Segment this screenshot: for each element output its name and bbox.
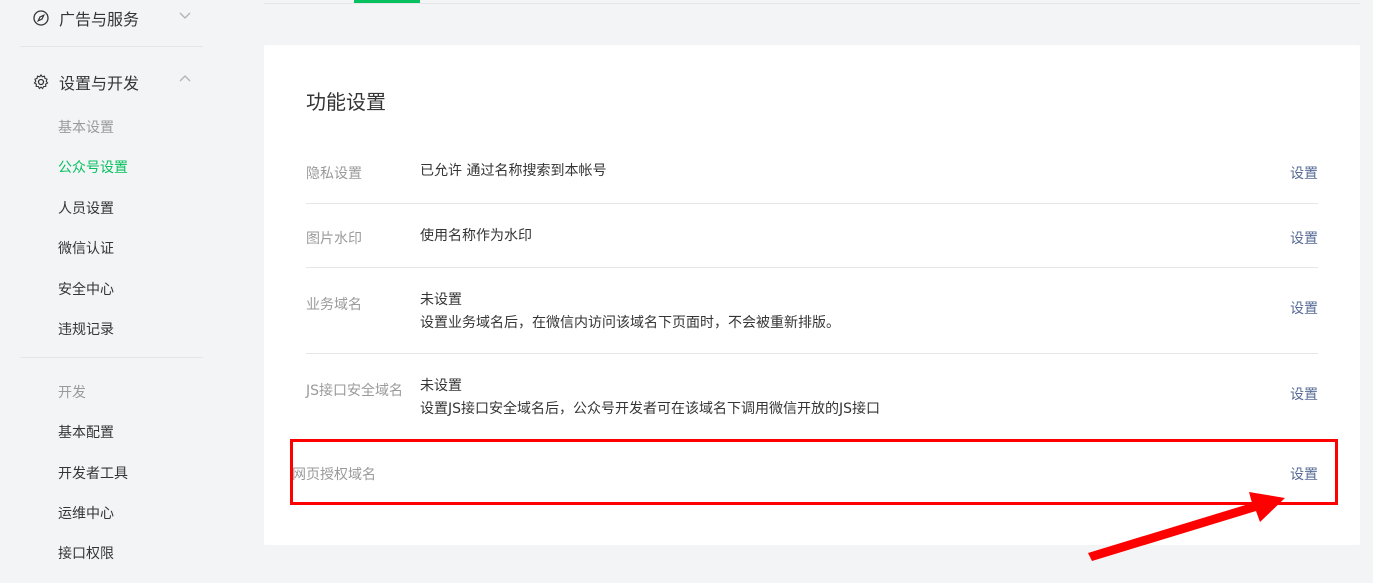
- sidebar-item-dev-tools[interactable]: 开发者工具: [58, 463, 128, 483]
- row-value: 已允许 通过名称搜索到本帐号: [420, 163, 607, 179]
- sidebar-item-staff-settings[interactable]: 人员设置: [58, 198, 114, 218]
- chevron-down-icon[interactable]: [178, 8, 192, 22]
- row-value-status: 未设置: [420, 292, 462, 308]
- business-domain-settings-link[interactable]: 设置: [1290, 298, 1318, 318]
- sidebar-item-basic-config[interactable]: 基本配置: [58, 422, 114, 442]
- compass-icon: [33, 10, 49, 26]
- row-label: 业务域名: [306, 297, 362, 313]
- sidebar-item-violation-records[interactable]: 违规记录: [58, 319, 114, 339]
- nav-group-label: 设置与开发: [59, 74, 140, 93]
- js-domain-settings-link[interactable]: 设置: [1290, 384, 1318, 404]
- gear-icon: [33, 74, 49, 90]
- row-value-description: 设置业务域名后，在微信内访问该域名下页面时，不会被重新排版。: [420, 315, 840, 331]
- tab-strip: [264, 0, 1360, 4]
- row-value: 使用名称作为水印: [420, 228, 532, 244]
- sidebar-item-security-center[interactable]: 安全中心: [58, 279, 114, 299]
- settings-row-js-domain: JS接口安全域名 未设置 设置JS接口安全域名后，公众号开发者可在该域名下调用微…: [306, 354, 1318, 440]
- page-title: 功能设置: [306, 90, 386, 114]
- nav-group-settings-dev[interactable]: 设置与开发: [33, 70, 191, 94]
- nav-group-ads-services[interactable]: 广告与服务: [33, 6, 191, 30]
- watermark-settings-link[interactable]: 设置: [1290, 228, 1318, 248]
- settings-row-privacy: 隐私设置 已允许 通过名称搜索到本帐号 设置: [306, 139, 1318, 204]
- sidebar-item-wechat-verify[interactable]: 微信认证: [58, 238, 114, 258]
- sidebar-item-basic-settings[interactable]: 基本设置: [58, 117, 114, 137]
- row-label: 隐私设置: [306, 166, 362, 182]
- row-value-status: 未设置: [420, 378, 462, 394]
- sidebar-section-dev: 开发: [58, 385, 86, 401]
- settings-row-watermark: 图片水印 使用名称作为水印 设置: [306, 204, 1318, 268]
- sidebar-divider: [20, 46, 203, 47]
- sidebar-item-account-settings[interactable]: 公众号设置: [58, 157, 128, 177]
- active-tab-indicator: [354, 0, 420, 3]
- annotation-highlight-box: [290, 439, 1338, 505]
- privacy-settings-link[interactable]: 设置: [1290, 163, 1318, 183]
- sidebar-divider: [20, 357, 203, 358]
- sidebar-item-api-permissions[interactable]: 接口权限: [58, 543, 114, 563]
- row-label: JS接口安全域名: [306, 383, 404, 399]
- row-label: 图片水印: [306, 231, 362, 247]
- nav-group-label: 广告与服务: [59, 10, 140, 29]
- settings-row-business-domain: 业务域名 未设置 设置业务域名后，在微信内访问该域名下页面时，不会被重新排版。 …: [306, 268, 1318, 354]
- sidebar-item-ops-center[interactable]: 运维中心: [58, 503, 114, 523]
- sidebar: 广告与服务 设置与开发 基本设置 公众号设置 人员设置 微信认证 安全中心 违规…: [0, 0, 240, 583]
- chevron-up-icon[interactable]: [178, 72, 192, 86]
- row-value-description: 设置JS接口安全域名后，公众号开发者可在该域名下调用微信开放的JS接口: [420, 401, 881, 417]
